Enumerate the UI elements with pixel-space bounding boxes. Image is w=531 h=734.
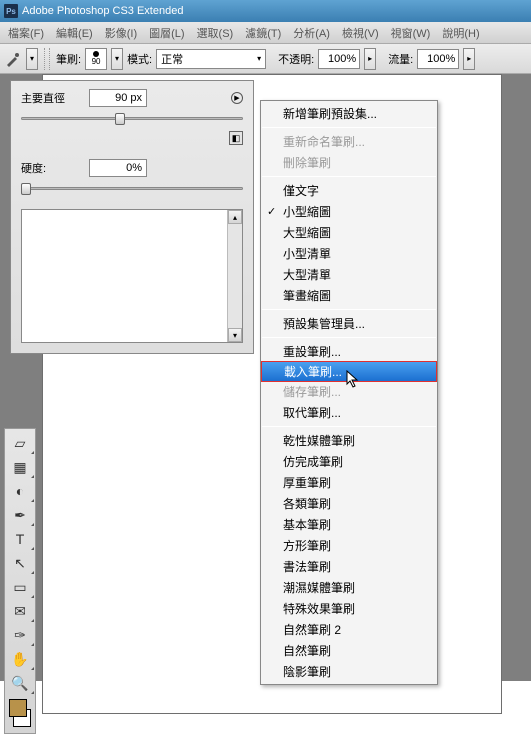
flow-label: 流量: — [388, 51, 413, 67]
gradient-tool[interactable]: ▦ — [5, 455, 35, 479]
diameter-input[interactable] — [89, 89, 147, 107]
menu-item[interactable]: 筆畫縮圖 — [261, 285, 437, 306]
menu-item: 儲存筆刷... — [261, 381, 437, 402]
separator — [44, 48, 50, 70]
menu-separator — [262, 337, 436, 338]
menu-item[interactable]: 載入筆刷... — [261, 361, 437, 382]
color-swatches[interactable] — [9, 699, 31, 727]
tool-preset-icon[interactable] — [4, 50, 22, 68]
menu-item[interactable]: 重設筆刷... — [261, 341, 437, 362]
mode-label: 模式: — [127, 51, 152, 67]
brush-options-panel: 主要直徑 ▶ ◧ 硬度: ▴ ▾ — [10, 80, 254, 354]
menu-item[interactable]: 仿完成筆刷 — [261, 451, 437, 472]
opacity-dropdown[interactable]: ▸ — [364, 48, 376, 70]
app-icon: Ps — [4, 4, 18, 18]
menu-item[interactable]: 新增筆刷預設集... — [261, 103, 437, 124]
pen-tool[interactable]: ✒ — [5, 503, 35, 527]
flow-dropdown[interactable]: ▸ — [463, 48, 475, 70]
menu-item[interactable]: 方形筆刷 — [261, 535, 437, 556]
menu-item[interactable]: 自然筆刷 — [261, 640, 437, 661]
menu-item[interactable]: 潮濕媒體筆刷 — [261, 577, 437, 598]
slider-thumb[interactable] — [115, 113, 125, 125]
brush-preset-list[interactable]: ▴ ▾ — [21, 209, 243, 343]
menu-item[interactable]: 自然筆刷 2 — [261, 619, 437, 640]
menu-item[interactable]: 厚重筆刷 — [261, 472, 437, 493]
menu-item[interactable]: 預設集管理員... — [261, 313, 437, 334]
title-bar: Ps Adobe Photoshop CS3 Extended — [0, 0, 531, 22]
menu-item[interactable]: 檔案(F) — [2, 25, 50, 41]
type-tool[interactable]: T — [5, 527, 35, 551]
menu-item[interactable]: 編輯(E) — [50, 25, 99, 41]
menu-item[interactable]: 小型清單 — [261, 243, 437, 264]
menu-item: 重新命名筆刷... — [261, 131, 437, 152]
menu-item[interactable]: 檢視(V) — [336, 25, 385, 41]
menu-item[interactable]: 圖層(L) — [143, 25, 190, 41]
menu-item[interactable]: 乾性媒體筆刷 — [261, 430, 437, 451]
opacity-input[interactable]: 100% — [318, 49, 360, 69]
menu-item[interactable]: 特殊效果筆刷 — [261, 598, 437, 619]
menu-item[interactable]: 濾鏡(T) — [239, 25, 287, 41]
hardness-slider[interactable] — [21, 181, 243, 195]
brush-label: 筆刷: — [56, 51, 81, 67]
diameter-label: 主要直徑 — [21, 90, 81, 106]
scrollbar[interactable]: ▴ ▾ — [227, 210, 242, 342]
menu-separator — [262, 309, 436, 310]
mode-select[interactable]: 正常 ▾ — [156, 49, 266, 69]
chevron-down-icon: ▾ — [257, 54, 261, 63]
menu-item: 刪除筆刷 — [261, 152, 437, 173]
hardness-label: 硬度: — [21, 160, 81, 176]
brush-preview[interactable]: 90 — [85, 48, 107, 70]
blur-tool[interactable]: ◐ — [5, 479, 35, 503]
scroll-up-icon[interactable]: ▴ — [228, 210, 242, 224]
flow-input[interactable]: 100% — [417, 49, 459, 69]
brush-context-menu: 新增筆刷預設集... 重新命名筆刷...刪除筆刷僅文字小型縮圖大型縮圖小型清單大型… — [260, 100, 438, 685]
options-bar: ▾ 筆刷: 90 ▾ 模式: 正常 ▾ 不透明: 100% ▸ 流量: 100%… — [0, 44, 531, 74]
path-select-tool[interactable]: ↖ — [5, 551, 35, 575]
eraser-tool[interactable]: ▱ — [5, 431, 35, 455]
menu-item[interactable]: 小型縮圖 — [261, 201, 437, 222]
menu-separator — [262, 127, 436, 128]
shape-tool[interactable]: ▭ — [5, 575, 35, 599]
menu-separator — [262, 176, 436, 177]
notes-tool[interactable]: ✉ — [5, 599, 35, 623]
menu-item[interactable]: 分析(A) — [287, 25, 336, 41]
menu-item[interactable]: 陰影筆刷 — [261, 661, 437, 682]
hardness-input[interactable] — [89, 159, 147, 177]
fg-swatch[interactable] — [9, 699, 27, 717]
menu-bar: 檔案(F)編輯(E)影像(I)圖層(L)選取(S)濾鏡(T)分析(A)檢視(V)… — [0, 22, 531, 44]
slider-thumb[interactable] — [21, 183, 31, 195]
menu-item[interactable]: 書法筆刷 — [261, 556, 437, 577]
window-title: Adobe Photoshop CS3 Extended — [22, 5, 183, 17]
diameter-slider[interactable] — [21, 111, 243, 125]
scroll-down-icon[interactable]: ▾ — [228, 328, 242, 342]
menu-separator — [262, 426, 436, 427]
new-brush-icon[interactable]: ◧ — [229, 131, 243, 145]
menu-item[interactable]: 取代筆刷... — [261, 402, 437, 423]
flyout-menu-icon[interactable]: ▶ — [231, 92, 243, 104]
menu-item[interactable]: 選取(S) — [191, 25, 240, 41]
menu-item[interactable]: 基本筆刷 — [261, 514, 437, 535]
zoom-tool[interactable]: 🔍 — [5, 671, 35, 695]
toolbox: ▱▦◐✒T↖▭✉✑✋🔍 — [4, 428, 36, 734]
hand-tool[interactable]: ✋ — [5, 647, 35, 671]
menu-item[interactable]: 大型清單 — [261, 264, 437, 285]
menu-item[interactable]: 影像(I) — [99, 25, 143, 41]
opacity-label: 不透明: — [278, 51, 314, 67]
brush-dropdown[interactable]: ▾ — [111, 48, 123, 70]
menu-item[interactable]: 大型縮圖 — [261, 222, 437, 243]
menu-item[interactable]: 視窗(W) — [385, 25, 437, 41]
menu-item[interactable]: 各類筆刷 — [261, 493, 437, 514]
eyedropper-tool[interactable]: ✑ — [5, 623, 35, 647]
menu-item[interactable]: 說明(H) — [436, 25, 485, 41]
tool-preset-dropdown[interactable]: ▾ — [26, 48, 38, 70]
menu-item[interactable]: 僅文字 — [261, 180, 437, 201]
mode-value: 正常 — [161, 51, 183, 67]
brush-size-mini: 90 — [92, 57, 101, 66]
